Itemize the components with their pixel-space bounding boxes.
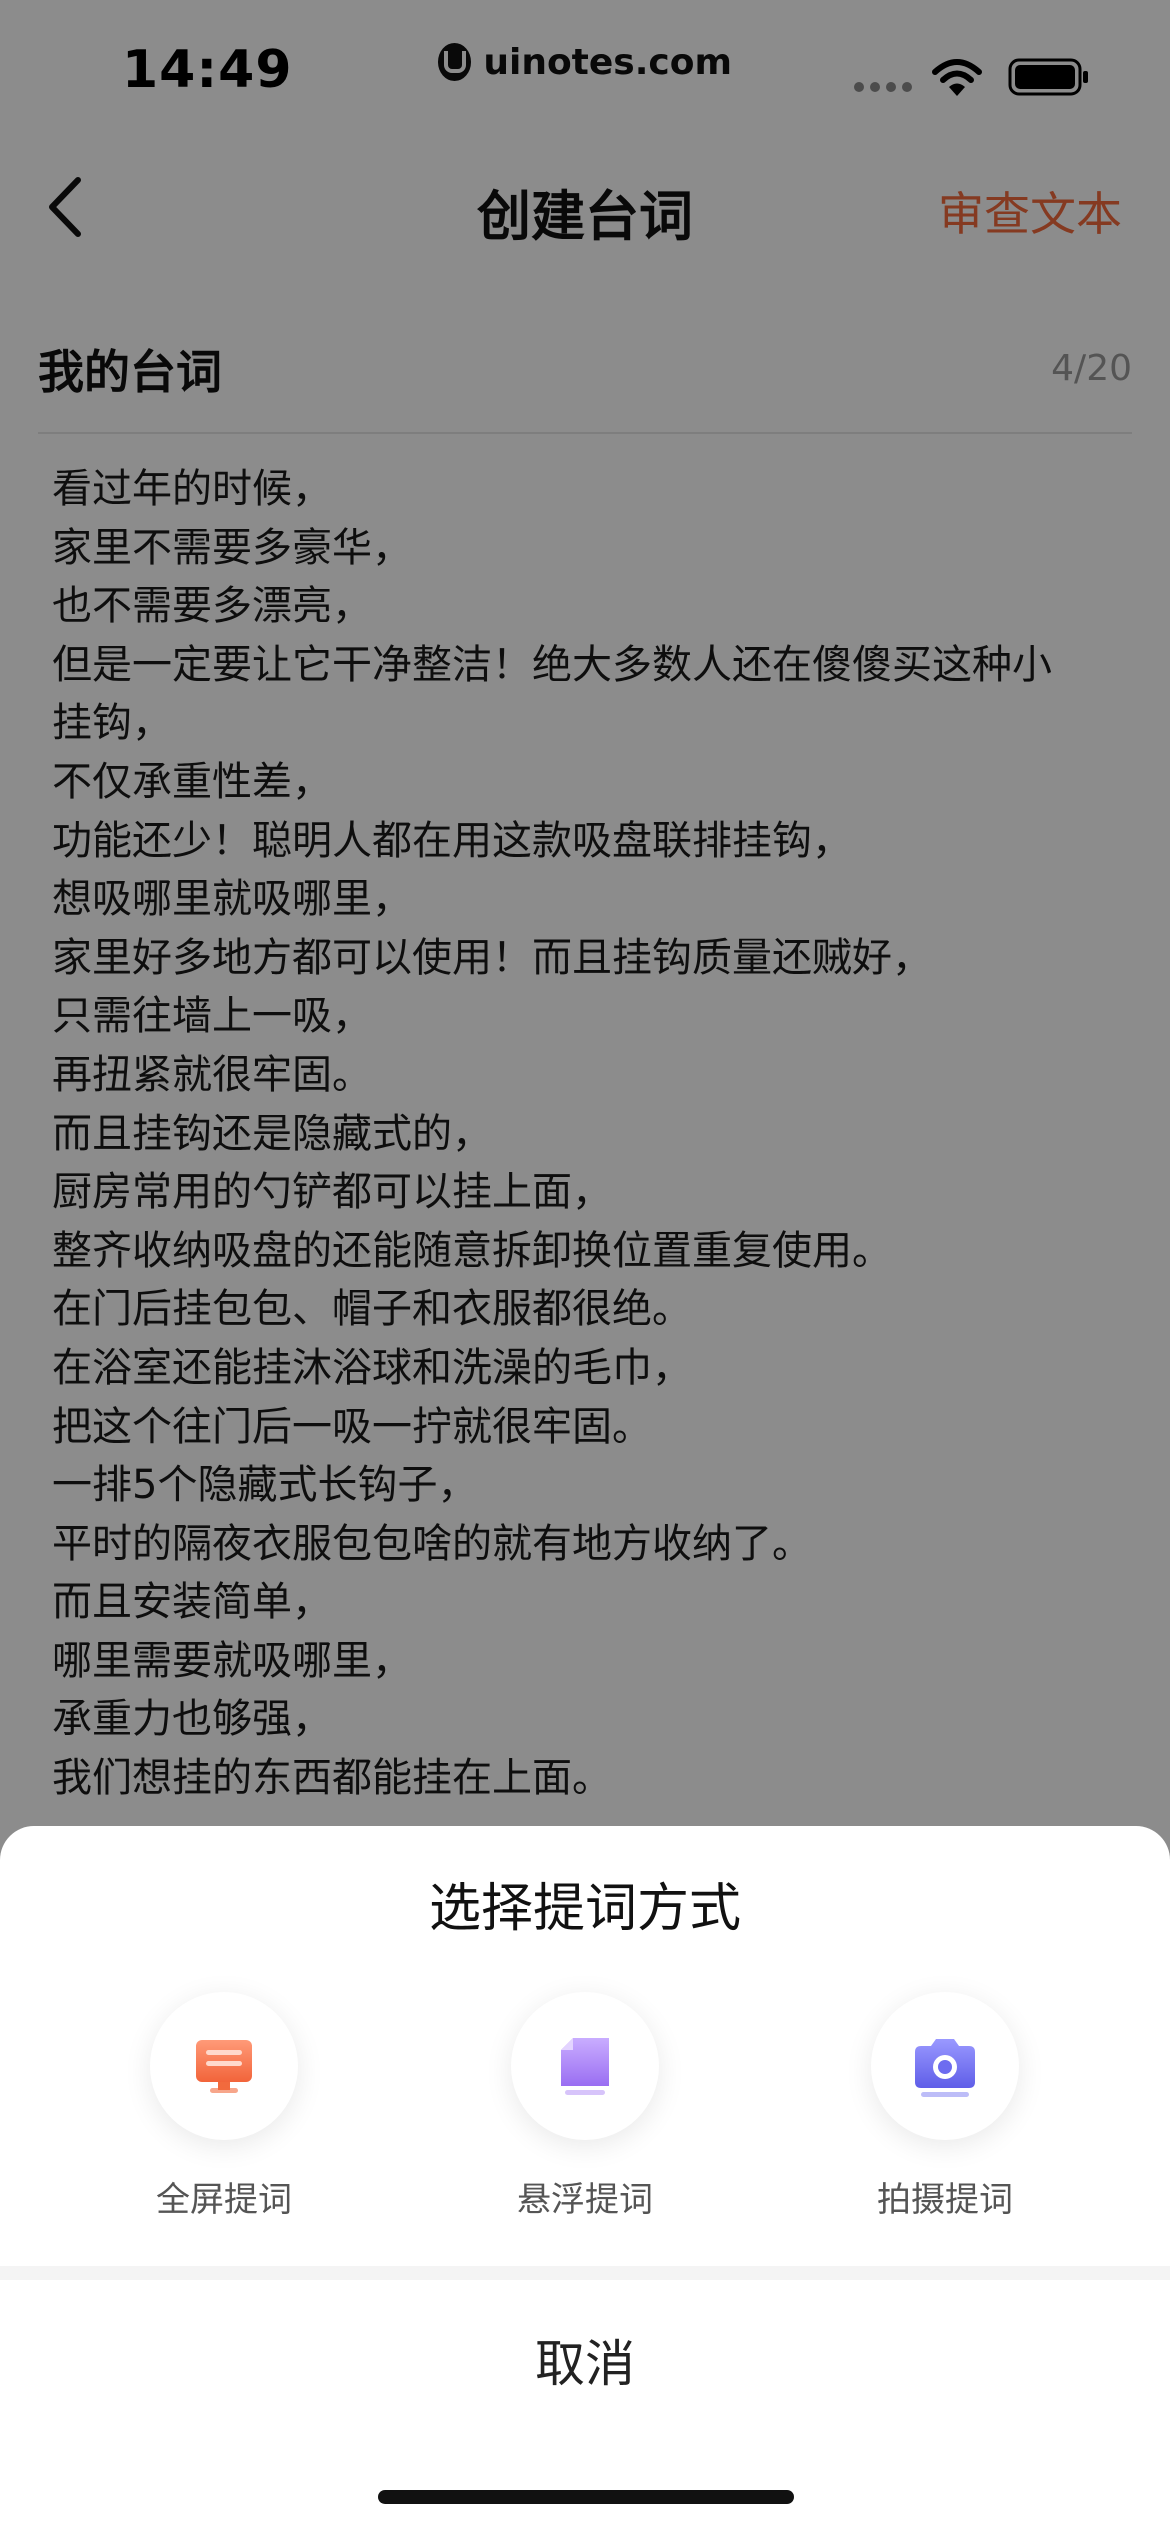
fullscreen-prompt-option[interactable]: 全屏提词 — [114, 1992, 334, 2232]
cancel-button[interactable]: 取消 — [0, 2280, 1170, 2440]
option-label: 悬浮提词 — [517, 2180, 653, 2220]
camera-prompt-option[interactable]: 拍摄提词 — [835, 1992, 1055, 2232]
home-indicator[interactable] — [378, 2490, 794, 2504]
option-icon-circle — [871, 1992, 1019, 2140]
option-label: 全屏提词 — [156, 2180, 292, 2220]
option-icon-circle — [511, 1992, 659, 2140]
sheet-separator — [0, 2266, 1170, 2280]
sheet-title: 选择提词方式 — [428, 1879, 741, 1939]
option-label: 拍摄提词 — [877, 2180, 1013, 2220]
floating-prompt-icon — [561, 2038, 609, 2095]
floating-prompt-option[interactable]: 悬浮提词 — [475, 1992, 695, 2232]
option-icon-circle — [150, 1992, 298, 2140]
fullscreen-prompt-icon — [196, 2040, 252, 2093]
camera-prompt-icon — [915, 2039, 975, 2097]
prompt-mode-options: 全屏提词 悬浮提词 拍摄提词 — [0, 1992, 1170, 2232]
prompt-mode-sheet: 选择提词方式 全屏提词 悬浮提词 拍摄提词 取消 — [0, 1826, 1170, 2532]
